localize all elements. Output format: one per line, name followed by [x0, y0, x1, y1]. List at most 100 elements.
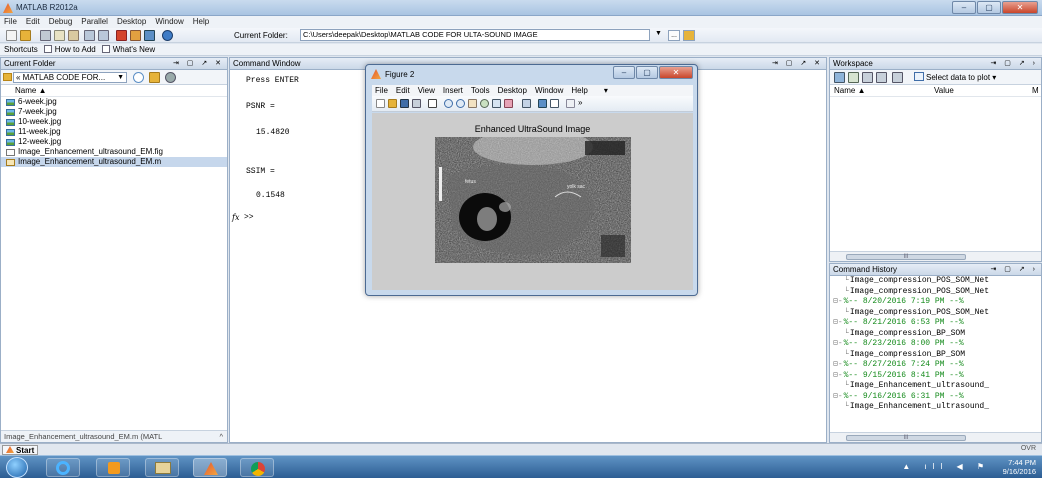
select-data-to-plot-button[interactable]: Select data to plot ▾: [914, 72, 996, 83]
collapse-icon[interactable]: ⊟-: [833, 318, 843, 327]
pan-icon[interactable]: [468, 99, 477, 108]
command-history-header[interactable]: Command History ⇥ ▢ ↗ ›: [830, 264, 1041, 276]
panel-controls[interactable]: ⇥ ▢ ↗ ›: [990, 58, 1038, 69]
chrome-taskbar-icon[interactable]: [240, 458, 274, 477]
open-file-icon[interactable]: [388, 99, 397, 108]
undo-icon[interactable]: [84, 30, 95, 41]
file-row[interactable]: 6-week.jpg: [1, 97, 227, 107]
internet-explorer-taskbar-icon[interactable]: [46, 458, 80, 477]
help-icon[interactable]: [162, 30, 173, 41]
scroll-thumb[interactable]: III: [846, 435, 966, 441]
collapse-icon[interactable]: ⊟-: [833, 339, 843, 348]
history-horizontal-scrollbar[interactable]: III: [830, 432, 1041, 442]
copy-icon[interactable]: [54, 30, 65, 41]
fig-menu-insert[interactable]: Insert: [443, 85, 463, 96]
history-entry[interactable]: └Image_compression_POS_SOM_Net: [830, 276, 1041, 287]
data-cursor-icon[interactable]: [492, 99, 501, 108]
fig-menu-edit[interactable]: Edit: [396, 85, 410, 96]
fig-menu-file[interactable]: File: [375, 85, 388, 96]
menu-window[interactable]: Window: [155, 16, 183, 28]
figure-minimize-button[interactable]: –: [613, 66, 635, 79]
zoom-out-icon[interactable]: [456, 99, 465, 108]
fig-menu-view[interactable]: View: [418, 85, 435, 96]
folder-breadcrumb-combo[interactable]: « MATLAB CODE FOR... ▼: [13, 72, 127, 83]
how-to-add-link[interactable]: How to Add: [43, 44, 96, 55]
start-button[interactable]: Start: [2, 445, 39, 455]
browse-folder-button[interactable]: ...: [668, 30, 680, 41]
toolbar-more-icon[interactable]: »: [578, 98, 582, 107]
collapse-icon[interactable]: ⊟-: [833, 392, 843, 401]
min-column-header[interactable]: M: [1032, 85, 1039, 97]
shortcuts-link[interactable]: Shortcuts: [4, 44, 38, 55]
expand-icon[interactable]: ^: [219, 431, 223, 442]
save-icon[interactable]: [400, 99, 409, 108]
history-session-header[interactable]: ⊟-%-- 8/27/2016 7:24 PM --%: [830, 360, 1041, 371]
system-tray-icons[interactable]: ▲ ıll ◀ ⚑: [902, 462, 990, 471]
combo-arrow-icon[interactable]: ▼: [117, 73, 124, 82]
new-file-icon[interactable]: [6, 30, 17, 41]
whats-new-link[interactable]: What's New: [101, 44, 155, 55]
explorer-taskbar-icon[interactable]: [145, 458, 179, 477]
redo-icon[interactable]: [98, 30, 109, 41]
panel-controls[interactable]: ⇥ ▢ ↗ ✕: [772, 58, 823, 69]
title-bar[interactable]: MATLAB R2012a – ▢ ✕: [0, 0, 1042, 16]
menu-help[interactable]: Help: [193, 16, 209, 28]
menu-desktop[interactable]: Desktop: [117, 16, 146, 28]
menu-file[interactable]: File: [4, 16, 17, 28]
plot-tools-icon[interactable]: [566, 99, 575, 108]
print-icon[interactable]: [876, 72, 887, 83]
matlab-taskbar-icon[interactable]: [193, 458, 227, 477]
new-variable-icon[interactable]: [834, 72, 845, 83]
media-player-taskbar-icon[interactable]: [96, 458, 130, 477]
guide-icon[interactable]: [130, 30, 141, 41]
menu-edit[interactable]: Edit: [26, 16, 40, 28]
delete-icon[interactable]: [892, 72, 903, 83]
workspace-header[interactable]: Workspace ⇥ ▢ ↗ ›: [830, 58, 1041, 70]
fig-menu-desktop[interactable]: Desktop: [498, 85, 527, 96]
close-button[interactable]: ✕: [1002, 1, 1038, 14]
print-icon[interactable]: [412, 99, 421, 108]
fig-menu-help[interactable]: Help: [571, 85, 587, 96]
fig-menu-tools[interactable]: Tools: [471, 85, 490, 96]
maximize-button[interactable]: ▢: [977, 1, 1001, 14]
folder-dropdown-icon[interactable]: ▼: [655, 30, 662, 37]
paste-icon[interactable]: [68, 30, 79, 41]
simulink-icon[interactable]: [116, 30, 127, 41]
collapse-icon[interactable]: ⊟-: [833, 371, 843, 380]
panel-controls[interactable]: ⇥ ▢ ↗ ✕: [173, 58, 224, 69]
history-session-header[interactable]: ⊟-%-- 8/23/2016 8:00 PM --%: [830, 339, 1041, 350]
colorbar-icon[interactable]: [538, 99, 547, 108]
collapse-icon[interactable]: ⊟-: [833, 297, 843, 306]
figure-canvas[interactable]: Enhanced UltraSound Image fetus yolk sac: [372, 113, 693, 290]
figure-maximize-button[interactable]: ▢: [636, 66, 658, 79]
history-session-header[interactable]: ⊟-%-- 9/15/2016 8:41 PM --%: [830, 371, 1041, 382]
up-folder-button[interactable]: [683, 30, 695, 41]
current-folder-path-input[interactable]: C:\Users\deepak\Desktop\MATLAB CODE FOR …: [300, 29, 650, 41]
name-column-header[interactable]: Name ▲: [1, 85, 227, 97]
zoom-in-icon[interactable]: [444, 99, 453, 108]
cut-icon[interactable]: [40, 30, 51, 41]
value-column-header[interactable]: Value: [934, 85, 954, 97]
history-entry[interactable]: └Image_Enhancement_ultrasound_: [830, 402, 1041, 413]
pointer-icon[interactable]: [428, 99, 437, 108]
open-variable-icon[interactable]: [848, 72, 859, 83]
history-session-header[interactable]: ⊟-%-- 8/21/2016 6:53 PM --%: [830, 318, 1041, 329]
windows-start-orb-icon[interactable]: [6, 457, 28, 478]
panel-controls[interactable]: ⇥ ▢ ↗ ›: [990, 264, 1038, 275]
legend-icon[interactable]: [550, 99, 559, 108]
minimize-button[interactable]: –: [952, 1, 976, 14]
scroll-thumb[interactable]: III: [846, 254, 966, 260]
fig-menu-window[interactable]: Window: [535, 85, 563, 96]
menu-debug[interactable]: Debug: [49, 16, 73, 28]
history-session-header[interactable]: ⊟-%-- 8/20/2016 7:19 PM --%: [830, 297, 1041, 308]
fx-icon[interactable]: fx: [232, 213, 239, 222]
history-session-header[interactable]: ⊟-%-- 9/16/2016 6:31 PM --%: [830, 392, 1041, 403]
fig-menu-more-icon[interactable]: ▾: [604, 85, 608, 96]
gear-icon[interactable]: [165, 72, 176, 83]
file-row[interactable]: Image_Enhancement_ultrasound_EM.m: [1, 157, 227, 167]
collapse-icon[interactable]: ⊟-: [833, 360, 843, 369]
save-workspace-icon[interactable]: [862, 72, 873, 83]
file-details-footer[interactable]: Image_Enhancement_ultrasound_EM.m (MATL …: [1, 430, 227, 442]
profiler-icon[interactable]: [144, 30, 155, 41]
workspace-horizontal-scrollbar[interactable]: III: [830, 251, 1041, 261]
